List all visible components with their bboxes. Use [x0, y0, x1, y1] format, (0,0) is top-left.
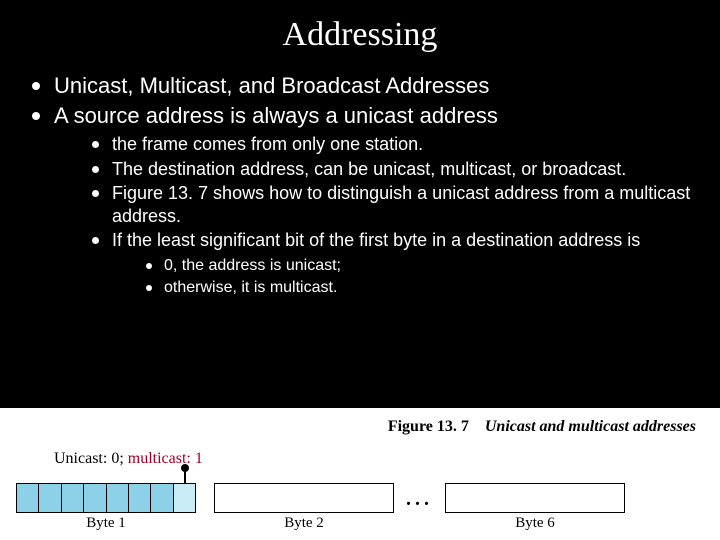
bit-cell: [84, 484, 106, 512]
bit-cell: [39, 484, 61, 512]
slide-content: Unicast, Multicast, and Broadcast Addres…: [0, 72, 720, 298]
bullet-level3: otherwise, it is multicast.: [144, 278, 692, 298]
byte2-group: Byte 2: [214, 483, 394, 532]
bit-cell: [151, 484, 173, 512]
byte6-box: [445, 483, 625, 513]
bit-cell: [107, 484, 129, 512]
figure-panel: Figure 13. 7 Unicast and multicast addre…: [0, 408, 720, 540]
byte1-group: Byte 1: [16, 483, 196, 532]
bit-cell: [129, 484, 151, 512]
bullet-level2: The destination address, can be unicast,…: [90, 158, 692, 181]
byte1-label: Byte 1: [16, 515, 196, 532]
bullet-text: A source address is always a unicast add…: [54, 103, 498, 128]
bullet-level2: the frame comes from only one station.: [90, 133, 692, 156]
bullet-level3: 0, the address is unicast;: [144, 256, 692, 276]
slide-title: Addressing: [0, 0, 720, 72]
figure-number: Figure 13. 7: [388, 418, 469, 435]
key-multicast: multicast: 1: [128, 450, 203, 467]
figure-caption: Figure 13. 7 Unicast and multicast addre…: [388, 418, 696, 436]
byte2-box: [214, 483, 394, 513]
byte6-group: Byte 6: [445, 483, 625, 532]
bit-cell-lsb: [174, 484, 195, 512]
bit-cell: [17, 484, 39, 512]
bullet-text: If the least significant bit of the firs…: [112, 230, 640, 250]
byte2-label: Byte 2: [214, 515, 394, 532]
figure-title: Unicast and multicast addresses: [485, 418, 696, 435]
key-unicast: Unicast: 0;: [54, 450, 128, 467]
byte6-label: Byte 6: [445, 515, 625, 532]
ellipsis: ...: [394, 488, 445, 527]
bit-cell: [62, 484, 84, 512]
bullet-level2: If the least significant bit of the firs…: [90, 229, 692, 298]
bullet-level1: Unicast, Multicast, and Broadcast Addres…: [28, 72, 692, 100]
bullet-level2: Figure 13. 7 shows how to distinguish a …: [90, 182, 692, 227]
bullet-level1: A source address is always a unicast add…: [28, 102, 692, 298]
byte1-box: [16, 483, 196, 513]
bytes-row: Byte 1 Byte 2 ... Byte 6: [16, 483, 704, 532]
